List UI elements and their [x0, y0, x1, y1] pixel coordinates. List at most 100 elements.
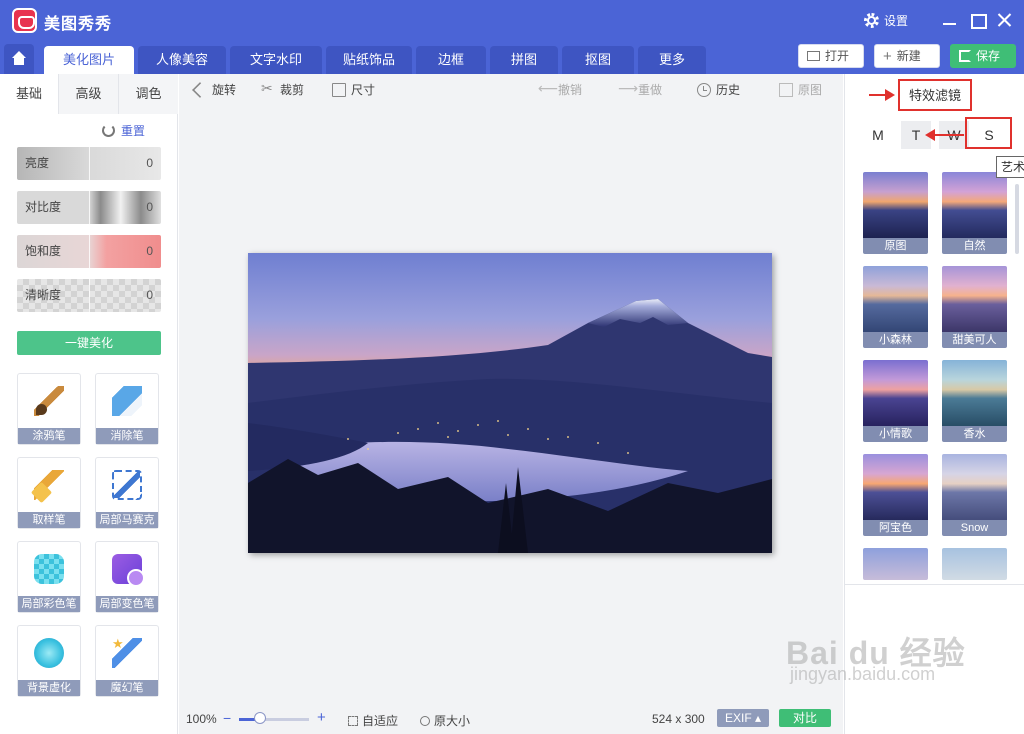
tab-text-watermark[interactable]: 文字水印: [230, 46, 322, 74]
settings-button[interactable]: 设置: [864, 12, 908, 29]
crop-button[interactable]: 裁剪: [261, 80, 305, 98]
filter-label: 阿宝色: [863, 520, 928, 536]
tool-doodle-pen[interactable]: 涂鸦笔: [17, 373, 81, 445]
tab-collage[interactable]: 拼图: [490, 46, 558, 74]
tab-beautify[interactable]: 美化图片: [44, 46, 134, 74]
saturation-label: 饱和度: [25, 244, 62, 258]
filter-snow[interactable]: Snow: [942, 454, 1007, 536]
home-icon[interactable]: [4, 44, 34, 74]
effects-filter-title[interactable]: 特效滤镜: [898, 79, 972, 111]
fit-button[interactable]: 自适应: [348, 712, 398, 729]
filter-next[interactable]: [863, 548, 928, 580]
tool-label: 消除笔: [96, 428, 158, 444]
edited-photo[interactable]: [248, 253, 772, 553]
filter-label: Snow: [942, 520, 1007, 536]
zoom-out-icon[interactable]: −: [223, 710, 231, 726]
sharpness-label: 清晰度: [25, 288, 62, 302]
tab-frames[interactable]: 边框: [416, 46, 486, 74]
contrast-slider[interactable]: 对比度 0: [17, 191, 161, 224]
filter-preview-image: [863, 172, 928, 238]
tab-stickers[interactable]: 贴纸饰品: [326, 46, 412, 74]
filter-lomo[interactable]: 阿宝色: [863, 454, 928, 536]
filter-perfume[interactable]: 香水: [942, 360, 1007, 442]
tab-more[interactable]: 更多: [638, 46, 706, 74]
tool-label: 局部彩色笔: [18, 596, 80, 612]
filter-label: 小森林: [863, 332, 928, 348]
filter-next[interactable]: [942, 548, 1007, 580]
editor-canvas: 旋转 裁剪 尺寸 撤销 重做 历史 原图: [179, 74, 843, 734]
image-dimensions: 524 x 300: [652, 712, 705, 726]
original-label: 原图: [798, 83, 823, 97]
tool-label: 背景虚化: [18, 680, 80, 696]
brightness-slider[interactable]: 亮度 0: [17, 147, 161, 180]
gear-icon: [864, 13, 879, 28]
reset-button[interactable]: 重置: [102, 122, 145, 139]
saturation-value: 0: [146, 244, 153, 258]
tool-local-recolor-pen[interactable]: 局部变色笔: [95, 541, 159, 613]
tool-label: 取样笔: [18, 512, 80, 528]
redo-icon: [618, 80, 638, 97]
history-button[interactable]: 历史: [697, 81, 740, 98]
save-button[interactable]: 保存: [950, 44, 1016, 68]
rotate-button[interactable]: 旋转: [192, 81, 236, 98]
open-button[interactable]: 打开: [798, 44, 864, 68]
new-label: 新建: [896, 49, 921, 63]
tool-background-blur[interactable]: 背景虚化: [17, 625, 81, 697]
original-button[interactable]: 原图: [779, 81, 822, 98]
filter-category-m[interactable]: M: [863, 121, 893, 149]
clock-icon: [697, 82, 711, 97]
size-button[interactable]: 尺寸: [332, 81, 375, 98]
close-button[interactable]: [995, 10, 1015, 30]
zoom-in-icon[interactable]: +: [317, 709, 326, 726]
filter-preview-image: [942, 454, 1007, 520]
sample-brush-icon: [34, 470, 64, 500]
filter-original[interactable]: 原图: [863, 172, 928, 254]
tool-local-color-pen[interactable]: 局部彩色笔: [17, 541, 81, 613]
redo-button[interactable]: 重做: [618, 80, 662, 98]
filter-natural[interactable]: 自然: [942, 172, 1007, 254]
watermark-url: jingyan.baidu.com: [790, 664, 936, 684]
filter-sweet[interactable]: 甜美可人: [942, 266, 1007, 348]
filter-label: 原图: [863, 238, 928, 254]
actual-size-button[interactable]: 原大小: [420, 712, 470, 729]
filter-preview-image: [863, 454, 928, 520]
maximize-button[interactable]: [968, 10, 988, 30]
one-key-beautify-button[interactable]: 一键美化: [17, 331, 161, 355]
paintbrush-icon: [34, 386, 64, 416]
zoom-slider-handle[interactable]: [254, 712, 266, 724]
undo-button[interactable]: 撤销: [538, 80, 582, 98]
tab-cutout[interactable]: 抠图: [562, 46, 634, 74]
filter-preview-image: [942, 548, 1007, 580]
category-tooltip: 艺术: [996, 156, 1024, 178]
subtab-advanced[interactable]: 高级: [58, 74, 118, 114]
new-button[interactable]: + 新建: [874, 44, 940, 68]
tool-local-mosaic[interactable]: 局部马赛克: [95, 457, 159, 529]
crop-label: 裁剪: [280, 83, 305, 97]
plus-icon: +: [883, 47, 892, 65]
tool-magic-pen[interactable]: 魔幻笔: [95, 625, 159, 697]
tool-eraser-pen[interactable]: 消除笔: [95, 373, 159, 445]
filter-preview-image: [942, 172, 1007, 238]
export-icon: [959, 50, 971, 62]
filter-scrollbar[interactable]: [1015, 184, 1019, 254]
compare-button[interactable]: 对比: [779, 709, 831, 727]
exif-button[interactable]: EXIF ▴: [717, 709, 769, 727]
rotate-icon: [192, 81, 208, 98]
mountain-lake-image: [248, 299, 772, 553]
filter-preview-image: [942, 266, 1007, 332]
filter-little-forest[interactable]: 小森林: [863, 266, 928, 348]
sharpness-slider[interactable]: 清晰度 0: [17, 279, 161, 312]
undo-icon: [538, 80, 558, 97]
tab-portrait[interactable]: 人像美容: [138, 46, 226, 74]
minimize-button[interactable]: [940, 10, 960, 30]
zoom-level: 100%: [186, 712, 217, 726]
tool-label: 涂鸦笔: [18, 428, 80, 444]
filter-love-song[interactable]: 小情歌: [863, 360, 928, 442]
subtab-basic[interactable]: 基础: [0, 74, 58, 114]
tool-sample-pen[interactable]: 取样笔: [17, 457, 81, 529]
filter-label: 甜美可人: [942, 332, 1007, 348]
subtab-color[interactable]: 调色: [118, 74, 178, 114]
settings-label: 设置: [884, 14, 909, 28]
saturation-slider[interactable]: 饱和度 0: [17, 235, 161, 268]
reset-icon: [102, 124, 115, 137]
